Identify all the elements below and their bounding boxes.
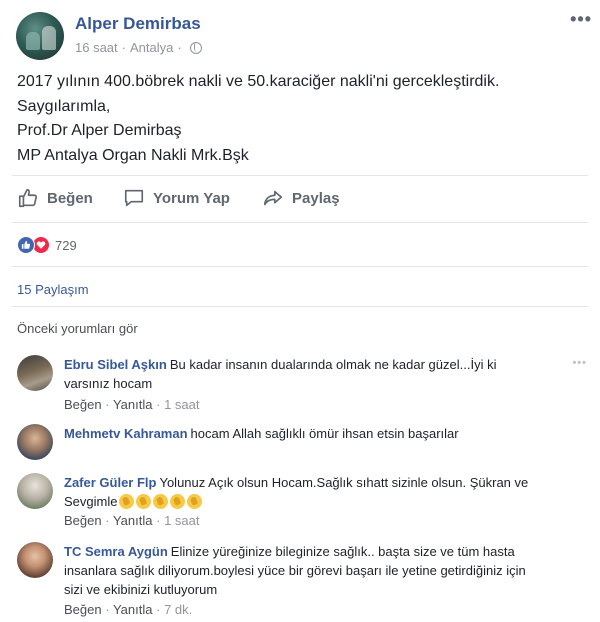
clapping-hands-icon (136, 494, 152, 509)
comment-reply-link[interactable]: Yanıtla (113, 602, 153, 617)
meta-separator-2: · (177, 40, 182, 55)
post-meta: 16 saat · Antalya · (75, 40, 202, 55)
comment-options-icon[interactable]: ••• (572, 357, 587, 369)
comment-text: Sevgimle (64, 494, 118, 509)
commenter-name[interactable]: Zafer Güler Flp (64, 475, 156, 490)
comment-time[interactable]: 1 saat (164, 513, 199, 528)
post-card: Alper Demirbas 16 saat · Antalya · ••• 2… (0, 0, 600, 622)
post-line: MP Antalya Organ Nakli Mrk.Bşk (17, 146, 249, 164)
comment-button[interactable]: Yorum Yap (123, 187, 230, 209)
clapping-hands-icon (153, 494, 169, 509)
comment-reply-link[interactable]: Yanıtla (113, 397, 153, 412)
commenter-name[interactable]: Mehmetv Kahraman (64, 426, 188, 441)
post-line: Prof.Dr Alper Demirbaş (17, 122, 182, 139)
comment-body: Ebru Sibel Aşkın Bu kadar insanın duaları… (64, 355, 574, 393)
comment-text: Yolunuz Açık olsun Hocam.Sağlık sıhatt s… (159, 475, 529, 490)
comment-reply-link[interactable]: Yanıtla (113, 513, 153, 528)
comment-label: Yorum Yap (153, 189, 230, 207)
shares-link[interactable]: 15 Paylaşım (17, 282, 89, 297)
dot-separator: · (156, 602, 161, 617)
dot-separator: · (156, 397, 161, 412)
divider (12, 306, 588, 307)
comment-text: varsınız hocam (64, 376, 153, 391)
more-options-icon[interactable]: ••• (570, 10, 592, 28)
author-name[interactable]: Alper Demirbas (75, 14, 201, 34)
previous-comments-link[interactable]: Önceki yorumları gör (17, 321, 138, 336)
divider (12, 222, 588, 223)
thumbs-up-icon (18, 188, 38, 208)
dot-separator: · (105, 513, 110, 528)
post-text: 2017 yılının 400.böbrek nakli ve 50.kara… (17, 70, 499, 168)
divider (12, 175, 588, 176)
share-arrow-icon (263, 190, 283, 206)
comment-text: insanlara sağlık diliyorum.boylesi yüce … (64, 563, 526, 578)
commenter-avatar[interactable] (17, 355, 53, 391)
clapping-hands-icon (170, 494, 186, 509)
speech-bubble-icon (124, 189, 144, 207)
reactions-summary[interactable]: 729 (17, 236, 77, 254)
post-location[interactable]: Antalya (130, 40, 173, 55)
share-label: Paylaş (292, 189, 340, 207)
commenter-name[interactable]: Ebru Sibel Aşkın (64, 357, 167, 372)
clapping-hands-icon (119, 494, 135, 509)
comment-actions: Beğen · Yanıtla · 1 saat (64, 397, 199, 412)
like-label: Beğen (47, 189, 93, 207)
reaction-count: 729 (55, 237, 77, 253)
comment-body: TC Semra Aygün Elinize yüreğinize bilegin… (64, 542, 574, 599)
comment-time[interactable]: 7 dk. (164, 602, 192, 617)
comment-actions: Beğen · Yanıtla · 7 dk. (64, 602, 192, 617)
comment-actions: Beğen · Yanıtla · 1 saat (64, 513, 199, 528)
share-button[interactable]: Paylaş (262, 187, 340, 209)
comment-body: Zafer Güler Flp Yolunuz Açık olsun Hocam.… (64, 473, 574, 511)
commenter-avatar[interactable] (17, 473, 53, 509)
clapping-hands-icon (187, 494, 203, 509)
comment-time[interactable]: 1 saat (164, 397, 199, 412)
comment-text: Bu kadar insanın dualarında olmak ne kad… (169, 357, 497, 372)
commenter-name[interactable]: TC Semra Aygün (64, 544, 168, 559)
author-avatar[interactable] (16, 12, 64, 60)
commenter-avatar[interactable] (17, 542, 53, 578)
comment-text: Elinize yüreğinize bileginize sağlık.. b… (170, 544, 515, 559)
dot-separator: · (105, 397, 110, 412)
like-icon (17, 236, 35, 254)
globe-icon[interactable] (189, 41, 202, 54)
like-button[interactable]: Beğen (17, 187, 93, 209)
comment-like-link[interactable]: Beğen (64, 513, 102, 528)
dot-separator: · (105, 602, 110, 617)
comment-like-link[interactable]: Beğen (64, 602, 102, 617)
comment-text: hocam Allah sağlıklı ömür ihsan etsin ba… (190, 426, 459, 441)
post-time[interactable]: 16 saat (75, 40, 118, 55)
comment-body: Mehmetv Kahraman hocam Allah sağlıklı ömü… (64, 424, 574, 443)
divider (12, 266, 588, 267)
comment-like-link[interactable]: Beğen (64, 397, 102, 412)
dot-separator: · (156, 513, 161, 528)
post-line: Saygılarımla, (17, 97, 111, 115)
meta-separator: · (121, 40, 126, 55)
commenter-avatar[interactable] (17, 424, 53, 460)
comment-text: sizi ve ekibinizi kutluyorum (64, 582, 218, 597)
post-line: 2017 yılının 400.böbrek nakli ve 50.kara… (17, 73, 500, 90)
